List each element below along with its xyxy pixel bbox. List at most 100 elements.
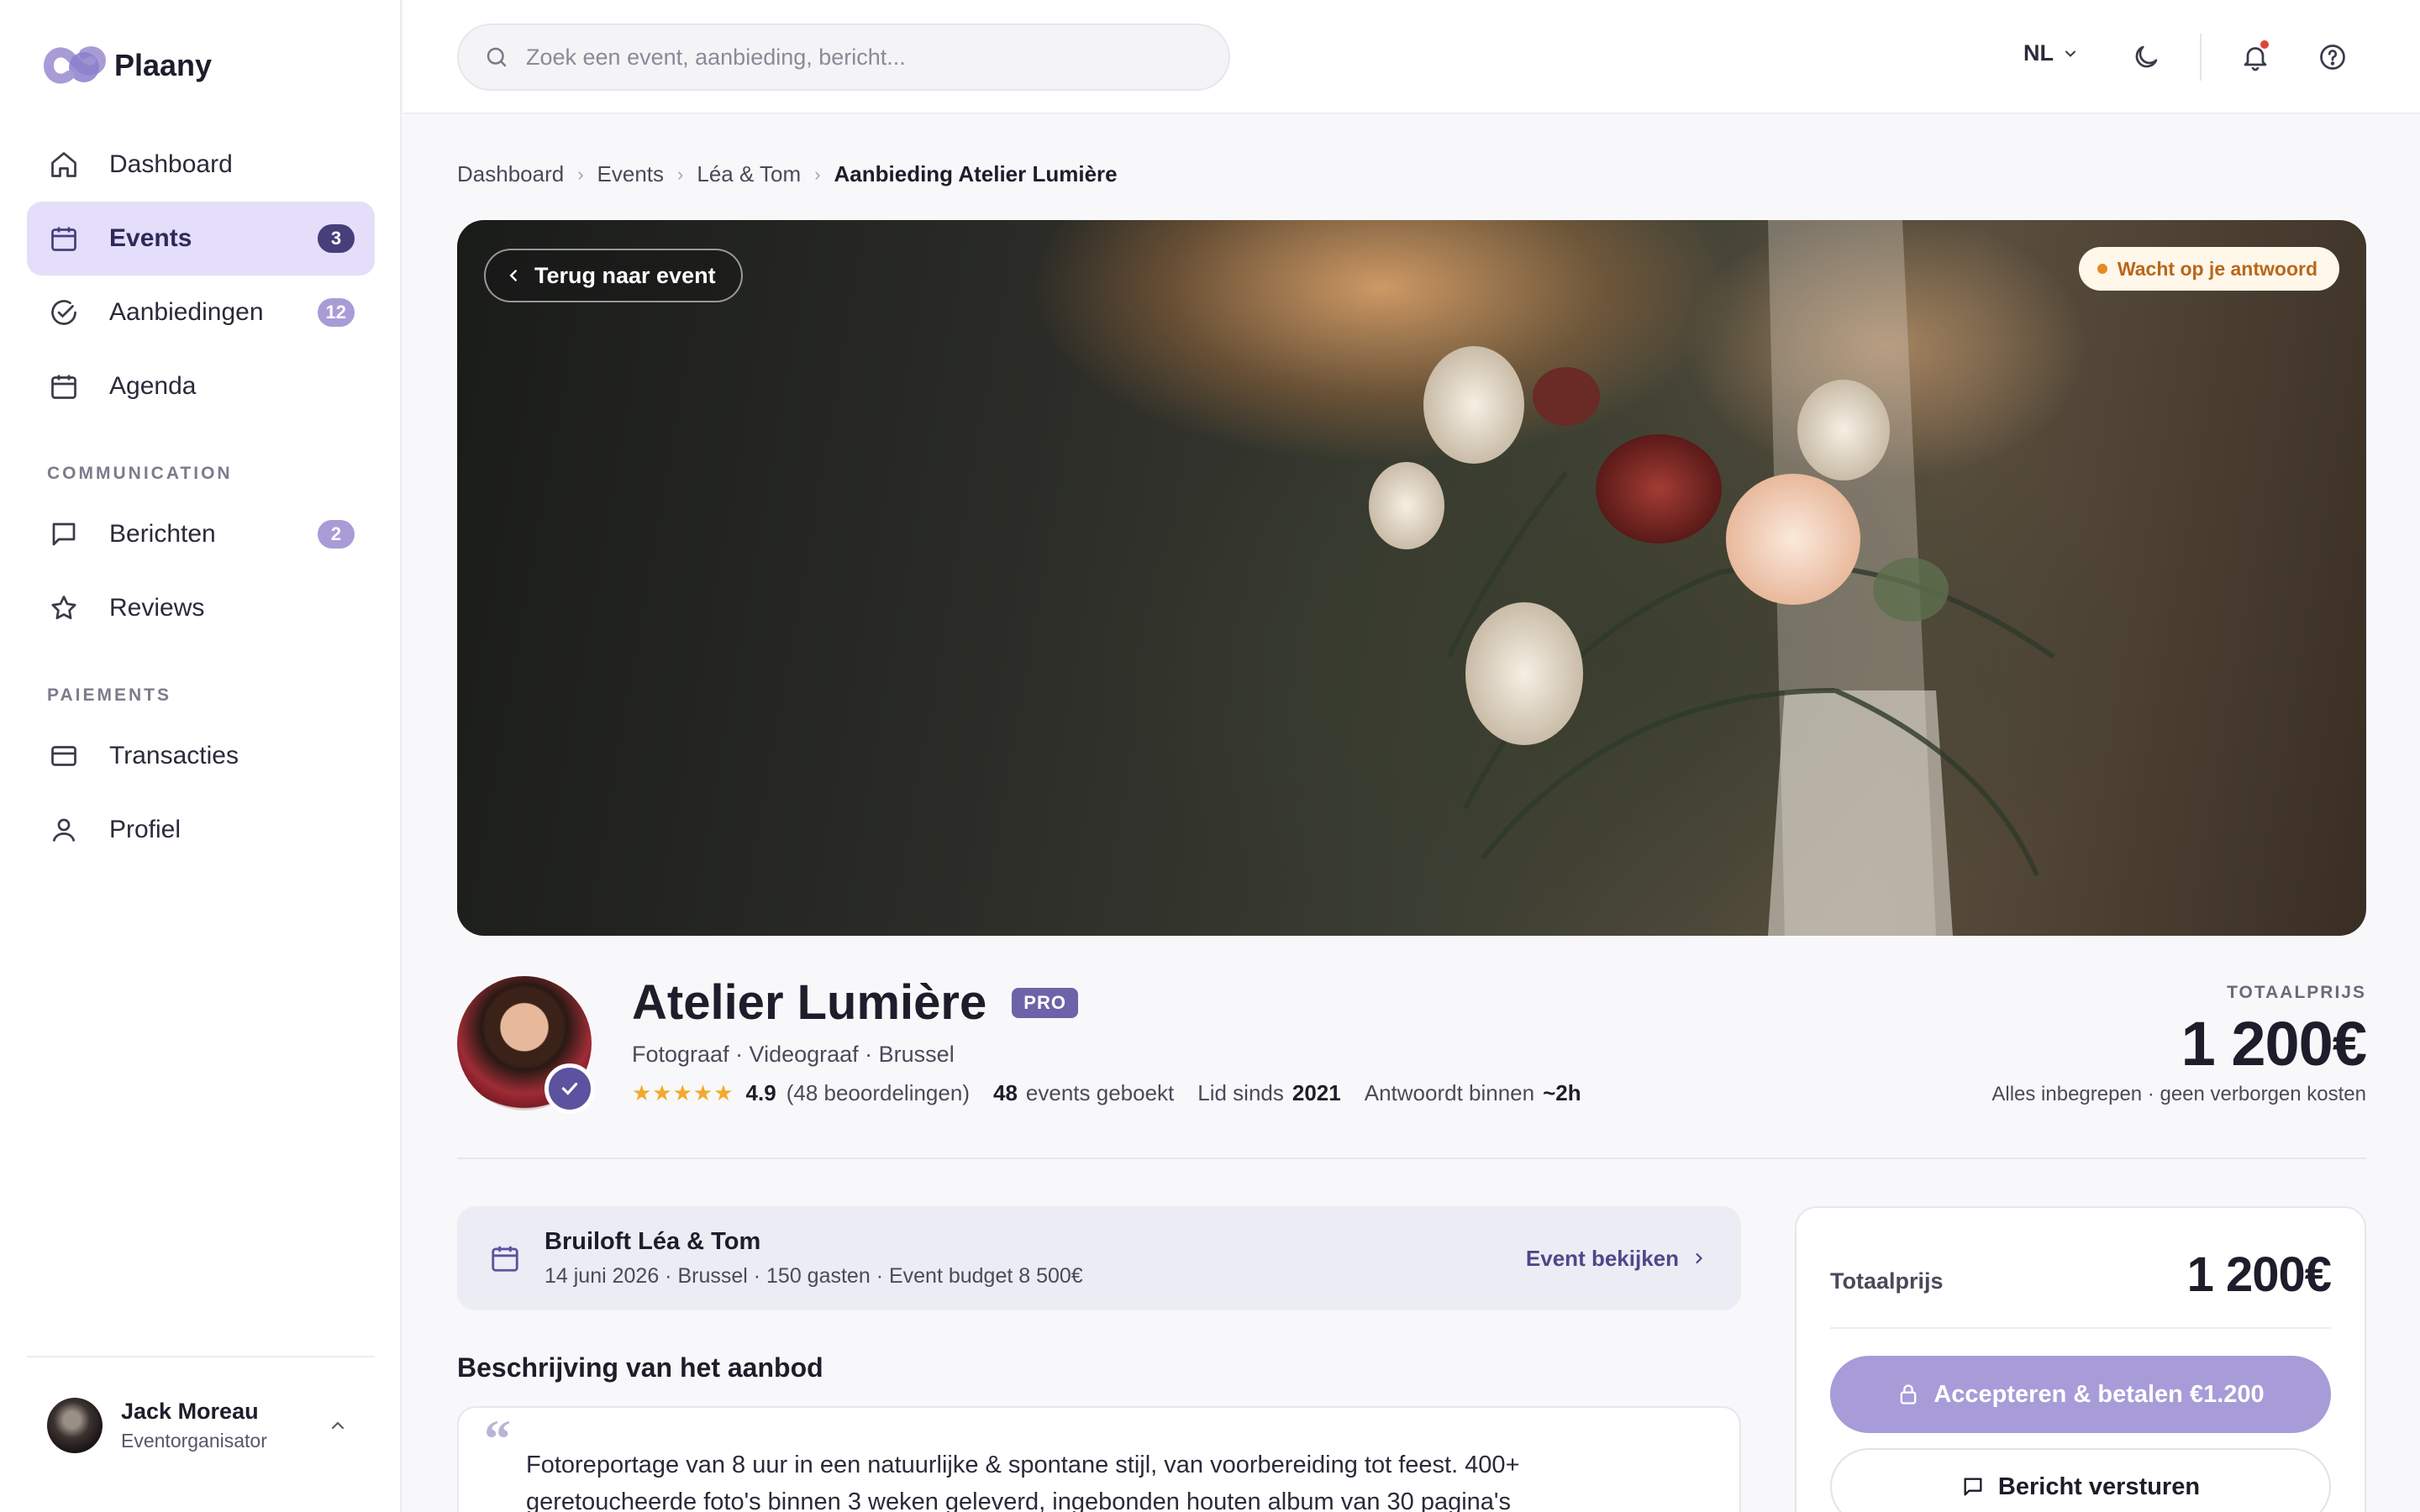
total-note: Alles inbegrepen · geen verborgen kosten [1991,1083,2366,1105]
credit-card-icon [47,739,81,773]
status-badge: Wacht op je antwoord [2078,247,2339,291]
logo-icon [44,46,106,84]
count-badge: 3 [318,224,355,253]
description-text: Fotoreportage van 8 uur in een natuurlij… [526,1452,1520,1512]
communication-nav: Berichten 2 Reviews [27,497,375,645]
check-circle-icon [47,296,81,329]
description-heading: Beschrijving van het aanbod [457,1352,823,1383]
sidebar-item-transacties[interactable]: Transacties [27,719,375,793]
sidebar: Plaany Dashboard Events 3 Aanbiedingen 1… [0,0,402,1512]
send-message-button[interactable]: Bericht versturen [1830,1448,2331,1512]
language-value: NL [2023,40,2054,66]
pro-badge: PRO [1012,987,1078,1018]
price-summary-card: Totaalprijs 1 200€ Accepteren & betalen … [1795,1206,2366,1512]
language-select[interactable]: NL [2023,40,2079,66]
calendar-icon [489,1242,521,1274]
message-icon [47,517,81,551]
sidebar-item-profiel[interactable]: Profiel [27,793,375,867]
breadcrumb-dashboard[interactable]: Dashboard [457,161,564,187]
view-event-link[interactable]: Event bekijken [1526,1246,1707,1272]
back-button-label: Terug naar event [534,262,716,288]
search-box[interactable] [457,24,1230,91]
rating-value: 4.9 [745,1080,776,1105]
event-title: Bruiloft Léa & Tom [544,1228,761,1255]
user-menu[interactable]: Jack Moreau Eventorganisator [47,1398,366,1453]
sidebar-item-label: Transacties [109,742,239,769]
star-icon [47,591,81,625]
sidebar-item-label: Events [109,224,192,252]
user-role: Eventorganisator [121,1430,267,1452]
total-value: 1 200€ [2181,1009,2367,1079]
section-heading: COMMUNICATION [47,464,233,483]
vendor-title: Atelier Lumière PRO [632,974,1078,1031]
count-badge: 12 [317,298,355,327]
breadcrumb-separator: › [814,163,821,185]
status-dot [2096,264,2107,274]
lock-icon [1901,1384,1917,1404]
bell-icon[interactable] [2237,39,2274,76]
app-name: Plaany [114,48,213,82]
response-time: ~2h [1543,1080,1581,1105]
back-to-event-button[interactable]: Terug naar event [484,249,743,302]
sidebar-item-berichten[interactable]: Berichten 2 [27,497,375,571]
summary-value: 1 200€ [2186,1247,2332,1302]
accept-button-label: Accepteren & betalen €1.200 [1933,1380,2265,1408]
review-count[interactable]: (48 beoordelingen) [786,1080,970,1106]
logo[interactable]: Plaany [42,42,212,89]
payments-section: PAIEMENTS [27,679,375,712]
vendor-name: Atelier Lumière [632,975,987,1030]
avatar [47,1398,103,1453]
sidebar-item-label: Agenda [109,372,197,400]
events-label: events geboekt [1025,1080,1175,1105]
vendor-meta: ★★★★★ 4.9 (48 beoordelingen) 48 events g… [632,1080,1581,1106]
response-label: Antwoordt binnen [1364,1080,1535,1105]
sidebar-item-agenda[interactable]: Agenda [27,349,375,423]
user-icon [47,813,81,847]
search-input[interactable] [526,44,1215,71]
summary-label: Totaalprijs [1830,1268,1944,1294]
vendor-subtitle: Fotograaf · Videograaf · Brussel [632,1042,955,1067]
divider [457,1158,2366,1159]
payments-nav: Transacties Profiel [27,719,375,867]
chevron-left-icon [509,270,517,281]
events-count: 48 [992,1080,1018,1105]
view-event-label: Event bekijken [1525,1245,1679,1271]
sidebar-item-events[interactable]: Events 3 [27,202,375,276]
breadcrumb-events[interactable]: Events [597,161,665,187]
rating-stars: ★★★★★ [632,1080,734,1105]
chevron-right-icon [1696,1252,1703,1264]
sidebar-item-dashboard[interactable]: Dashboard [27,128,375,202]
total-price: TOTAALPRIJS 1 200€ Alles inbegrepen · ge… [1991,983,2367,1106]
divider [27,1356,375,1357]
verified-icon [544,1063,595,1114]
description-card: “ Fotoreportage van 8 uur in een natuurl… [457,1406,1741,1512]
breadcrumb-current: Aanbieding Atelier Lumière [834,161,1118,186]
breadcrumb-event[interactable]: Léa & Tom [697,161,801,187]
sidebar-item-reviews[interactable]: Reviews [27,571,375,645]
bouquet-illustration [1369,220,2055,936]
count-badge: 2 [318,520,355,549]
home-icon [47,148,81,181]
total-label: TOTAALPRIJS [2227,983,2366,1002]
member-year: 2021 [1292,1080,1341,1105]
notification-dot [2260,40,2269,49]
sidebar-item-label: Profiel [109,816,182,843]
calendar-icon [47,370,81,403]
sidebar-item-label: Aanbiedingen [109,298,264,326]
event-card: Bruiloft Léa & Tom 14 juni 2026 · Brusse… [457,1206,1741,1310]
member-label: Lid sinds [1197,1080,1284,1105]
communication-section: COMMUNICATION [27,457,375,491]
moon-icon[interactable] [2128,39,2165,76]
sidebar-item-label: Reviews [109,594,205,622]
breadcrumb-separator: › [577,163,584,185]
chevron-up-icon[interactable] [328,1415,348,1436]
sidebar-item-aanbiedingen[interactable]: Aanbiedingen 12 [27,276,375,349]
divider [1830,1327,2331,1329]
chevron-down-icon [2065,50,2075,57]
accept-and-pay-button[interactable]: Accepteren & betalen €1.200 [1830,1356,2331,1433]
help-icon[interactable] [2314,39,2351,76]
sidebar-item-label: Berichten [109,520,216,548]
breadcrumb: Dashboard › Events › Léa & Tom › Aanbied… [457,161,1118,187]
search-icon [484,45,509,70]
event-details: 14 juni 2026 · Brussel · 150 gasten · Ev… [544,1264,1083,1288]
